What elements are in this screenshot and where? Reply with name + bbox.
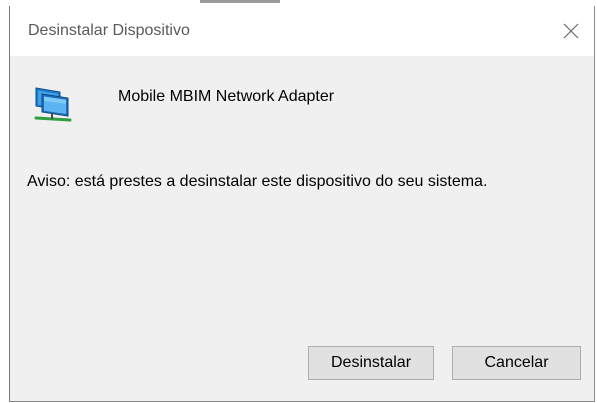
close-icon xyxy=(563,23,579,39)
close-button[interactable] xyxy=(548,6,594,56)
title-bar[interactable]: Desinstalar Dispositivo xyxy=(10,6,594,56)
uninstall-button[interactable]: Desinstalar xyxy=(308,346,434,380)
dialog-body: Mobile MBIM Network Adapter Aviso: está … xyxy=(10,56,594,402)
network-adapter-icon xyxy=(34,87,72,122)
background-window-fragment xyxy=(200,0,280,3)
cancel-button[interactable]: Cancelar xyxy=(452,346,581,380)
warning-text: Aviso: está prestes a desinstalar este d… xyxy=(27,173,488,190)
dialog-title: Desinstalar Dispositivo xyxy=(28,22,190,39)
uninstall-device-dialog: Desinstalar Dispositivo Mobile MBIM Netw… xyxy=(9,6,595,402)
device-name: Mobile MBIM Network Adapter xyxy=(118,88,335,105)
